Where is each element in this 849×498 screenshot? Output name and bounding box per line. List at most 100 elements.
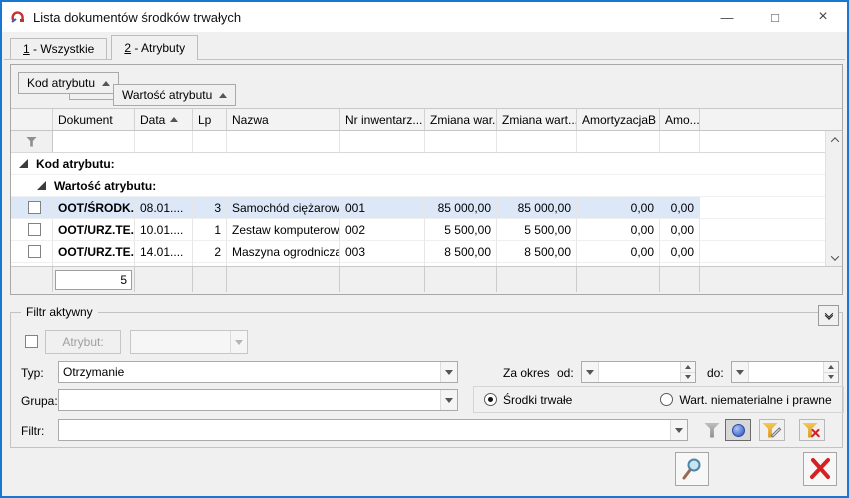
table-row[interactable]: OOT/URZ.TE... 14.01.... 2 Maszyna ogrodn… — [11, 241, 825, 263]
group-button-kod-atrybutu[interactable]: Kod atrybutu — [18, 72, 119, 94]
radio-unselected-icon[interactable] — [660, 393, 673, 406]
filter-cell-nazwa[interactable] — [227, 131, 340, 153]
sort-asc-icon — [102, 81, 110, 86]
filter-apply-button[interactable] — [699, 419, 725, 441]
summary-cell — [660, 267, 700, 292]
atrybut-button[interactable]: Atrybut: — [45, 330, 121, 354]
column-label: Nr inwentarz... — [345, 113, 422, 127]
funnel-icon — [26, 137, 37, 147]
row-indicator-cell — [11, 263, 53, 266]
scroll-down-button[interactable] — [826, 249, 843, 266]
row-indicator-cell — [11, 197, 53, 219]
group-row-label: Wartość atrybutu: — [54, 179, 156, 193]
tabstrip: 1 - Wszystkie 2 - Atrybuty — [4, 34, 845, 60]
do-date-field[interactable] — [731, 361, 839, 383]
summary-cell-dokument: 5 — [53, 267, 135, 292]
cell-nr-inwentarzowy: 003 — [340, 241, 425, 263]
atrybut-checkbox[interactable] — [25, 335, 38, 348]
column-header-data[interactable]: Data — [135, 109, 193, 130]
cell-filler — [700, 241, 825, 263]
red-x-icon — [807, 456, 833, 482]
group-row-label: Kod atrybutu: — [36, 157, 115, 171]
row-checkbox[interactable] — [28, 245, 41, 258]
filter-edit-button[interactable] — [759, 419, 785, 441]
filter-clear-button[interactable] — [799, 419, 825, 441]
filter-cell-zw2[interactable] — [497, 131, 577, 153]
table-row-partial[interactable] — [11, 263, 825, 266]
sort-asc-icon — [219, 93, 227, 98]
group-row-kod-atrybutu[interactable]: Kod atrybutu: — [11, 153, 825, 175]
close-button[interactable] — [803, 452, 837, 486]
search-button[interactable] — [675, 452, 709, 486]
row-indicator-cell — [11, 241, 53, 263]
column-label: Dokument — [58, 113, 113, 127]
cell-dokument: OOT/ŚRODK... — [53, 197, 135, 219]
table-row[interactable]: OOT/ŚRODK... 08.01.... 3 Samochód ciężar… — [11, 197, 825, 219]
date-spinner[interactable] — [823, 362, 838, 382]
spin-down-icon — [828, 375, 834, 379]
filter-cell-zw1[interactable] — [425, 131, 497, 153]
scroll-up-button[interactable] — [826, 131, 843, 148]
chevron-down-icon — [732, 362, 749, 382]
filtr-combo[interactable] — [58, 419, 688, 441]
typ-combo[interactable]: Otrzymanie — [58, 361, 458, 383]
group-by-panel: Kod atrybutu Wartość atrybutu — [11, 65, 842, 109]
od-label: od: — [557, 366, 574, 380]
column-header-zmiana-wartosci-1[interactable]: Zmiana war... — [425, 109, 497, 130]
column-label: Nazwa — [232, 113, 269, 127]
pin-icon — [732, 424, 745, 437]
column-header-zmiana-wartosci-2[interactable]: Zmiana wart... — [497, 109, 577, 130]
titlebar: Lista dokumentów środków trwałych — □ × — [2, 2, 847, 32]
dialog-window: Lista dokumentów środków trwałych — □ × … — [0, 0, 849, 498]
od-date-field[interactable] — [581, 361, 696, 383]
group-expanded-icon[interactable] — [19, 159, 28, 168]
column-header-lp[interactable]: Lp — [193, 109, 227, 130]
column-header-nazwa[interactable]: Nazwa — [227, 109, 340, 130]
chevron-down-icon — [440, 362, 457, 382]
column-header-dokument[interactable]: Dokument — [53, 109, 135, 130]
chevron-down-icon — [230, 331, 247, 353]
atrybut-value-combo[interactable] — [130, 330, 248, 354]
column-header-amo[interactable]: Amo... — [660, 109, 700, 130]
group-expanded-icon[interactable] — [37, 181, 46, 190]
row-checkbox[interactable] — [28, 223, 41, 236]
filter-cell-lp[interactable] — [193, 131, 227, 153]
close-window-button[interactable]: × — [799, 2, 847, 32]
group-row-wartosc-atrybutu[interactable]: Wartość atrybutu: — [11, 175, 825, 197]
filter-cell-data[interactable] — [135, 131, 193, 153]
grupa-combo[interactable] — [58, 389, 458, 411]
date-value[interactable] — [599, 362, 680, 382]
radio-label: Środki trwałe — [503, 393, 572, 407]
minimize-button[interactable]: — — [703, 2, 751, 32]
tab-atrybuty[interactable]: 2 - Atrybuty — [111, 35, 198, 60]
spin-up-icon — [685, 365, 691, 369]
tab-wszystkie[interactable]: 1 - Wszystkie — [10, 38, 107, 59]
filter-pin-button[interactable] — [725, 419, 751, 441]
summary-cell — [340, 267, 425, 292]
date-value[interactable] — [749, 362, 823, 382]
window-title: Lista dokumentów środków trwałych — [33, 10, 241, 25]
filter-cell-amb[interactable] — [577, 131, 660, 153]
table-row[interactable]: OOT/URZ.TE... 10.01.... 1 Zestaw kompute… — [11, 219, 825, 241]
column-header-amortyzacja-b[interactable]: AmortyzacjaB — [577, 109, 660, 130]
date-spinner[interactable] — [680, 362, 695, 382]
filter-cell-amo[interactable] — [660, 131, 700, 153]
row-checkbox[interactable] — [28, 201, 41, 214]
radio-wart-niematerialne[interactable]: Wart. niematerialne i prawne — [660, 393, 831, 407]
filter-row-button[interactable] — [11, 131, 53, 153]
cell-zmiana-wartosci-2: 85 000,00 — [497, 197, 577, 219]
app-icon — [10, 9, 26, 25]
radio-srodki-trwale[interactable]: Środki trwałe — [484, 393, 572, 407]
column-header-nr-inwentarzowy[interactable]: Nr inwentarz... — [340, 109, 425, 130]
vertical-scrollbar[interactable] — [825, 131, 842, 266]
column-label: Zmiana war... — [430, 113, 497, 127]
cell-lp: 2 — [193, 241, 227, 263]
group-button-wartosc-atrybutu[interactable]: Wartość atrybutu — [113, 84, 236, 106]
cell-zmiana-wartosci-1: 85 000,00 — [425, 197, 497, 219]
filter-cell-dokument[interactable] — [53, 131, 135, 153]
maximize-button[interactable]: □ — [751, 2, 799, 32]
filter-cell-nr[interactable] — [340, 131, 425, 153]
radio-selected-icon[interactable] — [484, 393, 497, 406]
collapse-panel-button[interactable] — [818, 305, 839, 326]
cell-nr-inwentarzowy: 002 — [340, 219, 425, 241]
